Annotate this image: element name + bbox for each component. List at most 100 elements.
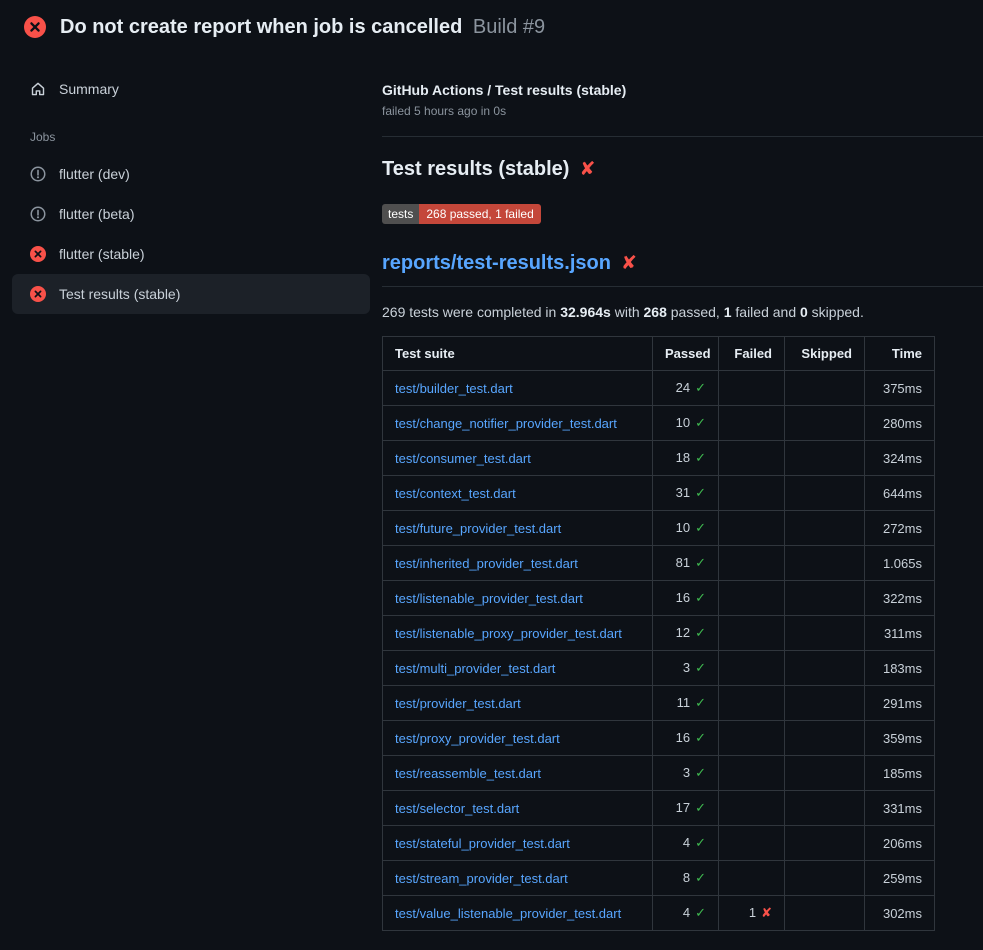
test-suite-link[interactable]: test/future_provider_test.dart	[395, 521, 561, 536]
test-suite-link[interactable]: test/stream_provider_test.dart	[395, 871, 568, 886]
check-icon: ✓	[695, 416, 706, 431]
test-suite-link[interactable]: test/reassemble_test.dart	[395, 766, 541, 781]
table-row: test/consumer_test.dart 18✓ 324ms	[383, 441, 935, 476]
home-icon	[30, 81, 46, 97]
passed-count: 10	[676, 415, 690, 430]
check-icon: ✓	[695, 661, 706, 676]
build-title-text: Do not create report when job is cancell…	[60, 16, 462, 38]
time-cell: 185ms	[865, 756, 935, 791]
passed-cell: 18 ✓	[653, 441, 719, 476]
badge-label: tests	[382, 204, 419, 224]
skipped-cell	[785, 616, 865, 651]
build-failed-icon	[24, 16, 46, 38]
suite-cell: test/future_provider_test.dart	[383, 511, 653, 546]
sidebar-item-flutter-stable[interactable]: flutter (stable)	[12, 234, 370, 274]
test-suite-link[interactable]: test/stateful_provider_test.dart	[395, 836, 570, 851]
skipped-cell	[785, 581, 865, 616]
passed-count: 4	[683, 905, 690, 920]
run-status-line: failed 5 hours ago in 0s	[382, 104, 983, 118]
test-suite-link[interactable]: test/proxy_provider_test.dart	[395, 731, 560, 746]
table-row: test/reassemble_test.dart 3✓ 185ms	[383, 756, 935, 791]
test-suite-link[interactable]: test/builder_test.dart	[395, 381, 513, 396]
failed-cell	[719, 756, 785, 791]
passed-cell: 31✓	[653, 476, 719, 511]
summary-strong: 1	[724, 304, 732, 320]
passed-count: 10	[676, 520, 690, 535]
col-skipped: Skipped	[785, 337, 865, 371]
results-table: Test suite Passed Failed Skipped Time te…	[382, 336, 935, 931]
neutral-status-icon	[30, 206, 46, 222]
check-icon: ✓	[695, 486, 706, 501]
section-title-text: Test results (stable)	[382, 158, 569, 181]
test-suite-link[interactable]: test/listenable_provider_test.dart	[395, 591, 583, 606]
suite-cell: test/inherited_provider_test.dart	[383, 546, 653, 581]
passed-cell: 24✓	[653, 371, 719, 406]
sidebar-item-summary[interactable]: Summary	[0, 74, 382, 104]
failed-cell	[719, 406, 785, 441]
passed-count: 81	[676, 555, 690, 570]
check-icon: ✓	[695, 381, 706, 396]
test-suite-link[interactable]: test/listenable_proxy_provider_test.dart	[395, 626, 622, 641]
jobs-section-label: Jobs	[0, 104, 382, 154]
passed-count: 16	[676, 590, 690, 605]
time-cell: 272ms	[865, 511, 935, 546]
test-suite-link[interactable]: test/multi_provider_test.dart	[395, 661, 555, 676]
skipped-cell	[785, 406, 865, 441]
report-file-link[interactable]: reports/test-results.json	[382, 252, 611, 275]
sidebar: Summary Jobs flutter (dev) flutter (beta…	[0, 52, 382, 314]
passed-cell: 4✓	[653, 896, 719, 931]
failed-cell	[719, 441, 785, 476]
suite-cell: test/selector_test.dart	[383, 791, 653, 826]
test-suite-link[interactable]: test/context_test.dart	[395, 486, 516, 501]
passed-count: 3	[683, 660, 690, 675]
sidebar-item-test-results-stable[interactable]: Test results (stable)	[12, 274, 370, 314]
failed-status-icon	[30, 246, 46, 262]
build-title: Do not create report when job is cancell…	[60, 15, 545, 39]
test-suite-link[interactable]: test/change_notifier_provider_test.dart	[395, 416, 617, 431]
check-icon: ✓	[695, 591, 706, 606]
passed-count: 4	[683, 835, 690, 850]
time-cell: 183ms	[865, 651, 935, 686]
test-suite-link[interactable]: test/provider_test.dart	[395, 696, 521, 711]
test-suite-link[interactable]: test/selector_test.dart	[395, 801, 519, 816]
summary-label: Summary	[59, 81, 119, 97]
test-suite-link[interactable]: test/value_listenable_provider_test.dart	[395, 906, 621, 921]
suite-cell: test/stream_provider_test.dart	[383, 861, 653, 896]
col-passed: Passed	[653, 337, 719, 371]
job-label: flutter (stable)	[59, 246, 145, 262]
skipped-cell	[785, 651, 865, 686]
check-icon: ✓	[695, 451, 706, 466]
skipped-cell	[785, 686, 865, 721]
test-suite-link[interactable]: test/consumer_test.dart	[395, 451, 531, 466]
skipped-cell	[785, 441, 865, 476]
failed-cell	[719, 511, 785, 546]
summary-segment: 269 tests were completed in	[382, 304, 560, 320]
suite-cell: test/stateful_provider_test.dart	[383, 826, 653, 861]
time-cell: 322ms	[865, 581, 935, 616]
table-row: test/context_test.dart 31✓ 644ms	[383, 476, 935, 511]
failed-status-icon	[30, 286, 46, 302]
sidebar-item-flutter-beta[interactable]: flutter (beta)	[12, 194, 370, 234]
breadcrumb: GitHub Actions / Test results (stable)	[382, 82, 983, 98]
passed-cell: 16✓	[653, 721, 719, 756]
check-icon: ✓	[695, 871, 706, 886]
table-row: test/provider_test.dart 11✓ 291ms	[383, 686, 935, 721]
passed-count: 18	[676, 450, 690, 465]
skipped-cell	[785, 546, 865, 581]
time-cell: 302ms	[865, 896, 935, 931]
summary-strong: 32.964s	[560, 304, 611, 320]
job-label: flutter (beta)	[59, 206, 134, 222]
check-icon: ✓	[695, 766, 706, 781]
failed-cell	[719, 651, 785, 686]
check-icon: ✓	[695, 626, 706, 641]
passed-count: 11	[677, 695, 691, 710]
sidebar-item-flutter-dev[interactable]: flutter (dev)	[12, 154, 370, 194]
failed-cell	[719, 686, 785, 721]
suite-cell: test/listenable_proxy_provider_test.dart	[383, 616, 653, 651]
passed-cell: 8✓	[653, 861, 719, 896]
table-header-row: Test suite Passed Failed Skipped Time	[383, 337, 935, 371]
test-suite-link[interactable]: test/inherited_provider_test.dart	[395, 556, 578, 571]
time-cell: 359ms	[865, 721, 935, 756]
suite-cell: test/consumer_test.dart	[383, 441, 653, 476]
main-content: GitHub Actions / Test results (stable) f…	[382, 52, 983, 931]
